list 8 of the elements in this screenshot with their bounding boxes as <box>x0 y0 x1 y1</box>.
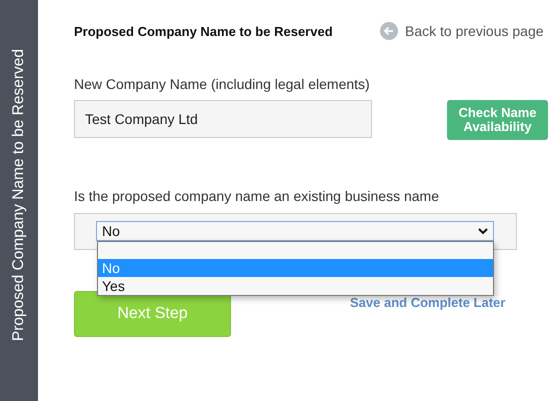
business-name-dropdown[interactable]: No <box>96 221 494 241</box>
field-label: Is the proposed company name an existing business name <box>74 188 440 204</box>
back-link[interactable]: Back to previous page <box>380 22 544 40</box>
chevron-down-icon <box>478 228 488 234</box>
section-title: Proposed Company Name to be Reserved <box>74 24 334 38</box>
company-name-field[interactable]: Test Company Ltd <box>74 100 372 138</box>
field-label: New Company Name (including legal elements) <box>74 76 371 92</box>
sidebar-title: Proposed Company Name to be Reserved <box>10 48 28 341</box>
